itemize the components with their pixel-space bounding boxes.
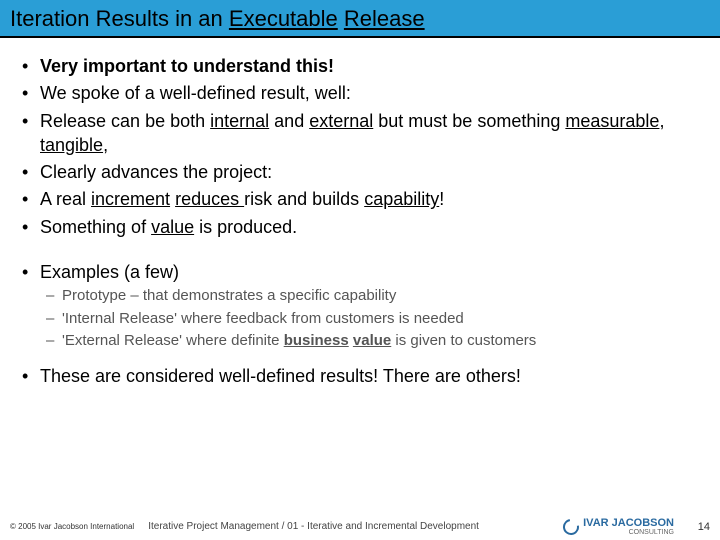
bullet-6: Something of value is produced. — [18, 215, 702, 239]
bullet-4-text: Clearly advances the project: — [40, 162, 272, 182]
b3-m3: , — [659, 111, 664, 131]
slide-title: Iteration Results in an Executable Relea… — [10, 6, 710, 32]
b3-post: , — [103, 135, 108, 155]
sub-list: Prototype – that demonstrates a specific… — [40, 286, 702, 351]
title-u2: Release — [344, 6, 425, 31]
b3-u2: external — [309, 111, 373, 131]
sub-3: 'External Release' where definite busine… — [40, 331, 702, 351]
b5-u1: increment — [91, 189, 170, 209]
bullet-2: We spoke of a well-defined result, well: — [18, 81, 702, 105]
bullet-list: Very important to understand this! We sp… — [18, 54, 702, 239]
bullet-1: Very important to understand this! — [18, 54, 702, 78]
bullet-5: A real increment reduces risk and builds… — [18, 187, 702, 211]
b5-u3: capability — [364, 189, 439, 209]
page-number: 14 — [688, 521, 710, 533]
s3-post: is given to customers — [391, 332, 536, 349]
bullet-closing: These are considered well-defined result… — [18, 364, 702, 388]
slide-body: Very important to understand this! We sp… — [0, 38, 720, 388]
logo-main: IVAR JACOBSON — [583, 517, 674, 529]
title-pre: Iteration Results in an — [10, 6, 229, 31]
b3-pre: Release can be both — [40, 111, 210, 131]
b3-m2: but must be something — [373, 111, 565, 131]
bullet-examples-text: Examples (a few) — [40, 262, 179, 282]
sub-1-text: Prototype – that demonstrates a specific… — [62, 287, 396, 304]
b5-pre: A real — [40, 189, 91, 209]
b6-u1: value — [151, 217, 194, 237]
bullet-examples: Examples (a few) Prototype – that demons… — [18, 260, 702, 351]
sub-2-text: 'Internal Release' where feedback from c… — [62, 310, 464, 327]
examples-list: Examples (a few) Prototype – that demons… — [18, 260, 702, 351]
logo-arc-icon — [560, 515, 582, 537]
b3-m1: and — [269, 111, 309, 131]
closing-list: These are considered well-defined result… — [18, 364, 702, 388]
bullet-closing-text: These are considered well-defined result… — [40, 366, 521, 386]
s3-u1: business — [284, 332, 349, 349]
bullet-3: Release can be both internal and externa… — [18, 109, 702, 158]
title-bar: Iteration Results in an Executable Relea… — [0, 0, 720, 38]
brand-logo: IVAR JACOBSON CONSULTING — [563, 517, 674, 536]
copyright-text: © 2005 Ivar Jacobson International — [10, 522, 134, 531]
s3-u2: value — [353, 332, 391, 349]
s3-pre: 'External Release' where definite — [62, 332, 284, 349]
title-u1: Executable — [229, 6, 338, 31]
sub-2: 'Internal Release' where feedback from c… — [40, 309, 702, 329]
b3-u4: tangible — [40, 135, 103, 155]
footer-middle: Iterative Project Management / 01 - Iter… — [148, 521, 549, 532]
b5-mid: risk and builds — [244, 189, 364, 209]
bullet-1-text: Very important to understand this! — [40, 56, 334, 76]
logo-sub: CONSULTING — [583, 529, 674, 536]
b5-u2: reduces — [175, 189, 244, 209]
b3-u3: measurable — [565, 111, 659, 131]
bullet-4: Clearly advances the project: — [18, 160, 702, 184]
b5-post: ! — [439, 189, 444, 209]
footer: © 2005 Ivar Jacobson International Itera… — [0, 517, 720, 536]
bullet-2-text: We spoke of a well-defined result, well: — [40, 83, 351, 103]
b6-post: is produced. — [194, 217, 297, 237]
sub-1: Prototype – that demonstrates a specific… — [40, 286, 702, 306]
b3-u1: internal — [210, 111, 269, 131]
b6-pre: Something of — [40, 217, 151, 237]
